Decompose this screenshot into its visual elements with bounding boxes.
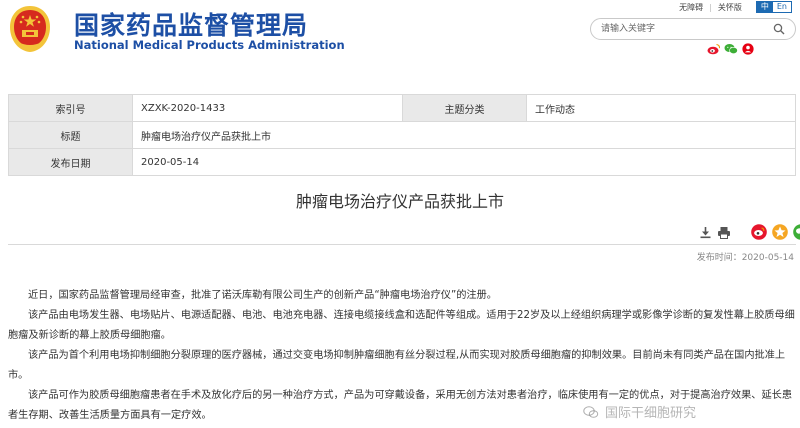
document-meta-table: 索引号 XZXK-2020-1433 主题分类 工作动态 标题 肿瘤电场治疗仪产… [8, 94, 796, 176]
national-emblem-icon [10, 6, 50, 52]
title-value: 肿瘤电场治疗仪产品获批上市 [132, 121, 796, 149]
print-icon[interactable] [717, 226, 731, 239]
date-label: 发布日期 [8, 148, 133, 176]
lang-cn-button[interactable]: 中 [756, 2, 773, 12]
category-label: 主题分类 [402, 94, 527, 122]
care-version-link[interactable]: 关怀版 [718, 2, 742, 13]
search-icon[interactable] [773, 23, 785, 35]
meta-row-title: 标题 肿瘤电场治疗仪产品获批上市 [8, 121, 796, 149]
article-tools [699, 224, 800, 240]
index-value: XZXK-2020-1433 [132, 94, 403, 122]
watermark: 国际干细胞研究 [583, 402, 696, 421]
weibo-icon[interactable] [707, 43, 721, 55]
divider: | [709, 2, 712, 12]
user-icon[interactable] [741, 43, 755, 55]
wechat-share-icon[interactable] [793, 224, 800, 240]
category-value: 工作动态 [526, 94, 796, 122]
article-paragraph: 该产品为首个利用电场抑制细胞分裂原理的医疗器械，通过交变电场抑制肿瘤细胞有丝分裂… [8, 350, 786, 381]
site-name-cn[interactable]: 国家药品监督管理局 [74, 6, 308, 42]
meta-row-index: 索引号 XZXK-2020-1433 主题分类 工作动态 [8, 94, 796, 122]
watermark-text: 国际干细胞研究 [605, 406, 697, 421]
article-paragraph: 近日，国家药品监督管理局经审查，批准了诺沃库勒有限公司生产的创新产品“肿瘤电场治… [28, 290, 497, 301]
weibo-share-icon[interactable] [751, 224, 767, 240]
site-name-en[interactable]: National Medical Products Administration [74, 38, 345, 52]
publish-time: 发布时间：2020-05-14 [696, 253, 794, 263]
qzone-share-icon[interactable] [772, 224, 788, 240]
lang-en-button[interactable]: En [772, 2, 791, 12]
search-input[interactable] [601, 22, 761, 36]
meta-row-date: 发布日期 2020-05-14 [8, 148, 796, 176]
title-label: 标题 [8, 121, 133, 149]
article-title: 肿瘤电场治疗仪产品获批上市 [295, 192, 504, 211]
wechat-icon[interactable] [724, 43, 738, 55]
divider [8, 244, 796, 245]
index-label: 索引号 [8, 94, 133, 122]
social-links [707, 43, 755, 55]
accessibility-link[interactable]: 无障碍 [679, 2, 703, 13]
language-switch: 中 En [755, 1, 792, 13]
top-utility-bar: 无障碍 | 关怀版 中 En [679, 1, 792, 13]
site-header: 国家药品监督管理局 National Medical Products Admi… [0, 0, 800, 62]
search-box [590, 18, 796, 40]
article-paragraph: 该产品由电场发生器、电场贴片、电源适配器、电池、电池充电器、连接电缆接线盒和选配… [8, 310, 795, 341]
download-icon[interactable] [699, 226, 712, 239]
wechat-watermark-icon [583, 405, 599, 418]
date-value: 2020-05-14 [132, 148, 796, 176]
